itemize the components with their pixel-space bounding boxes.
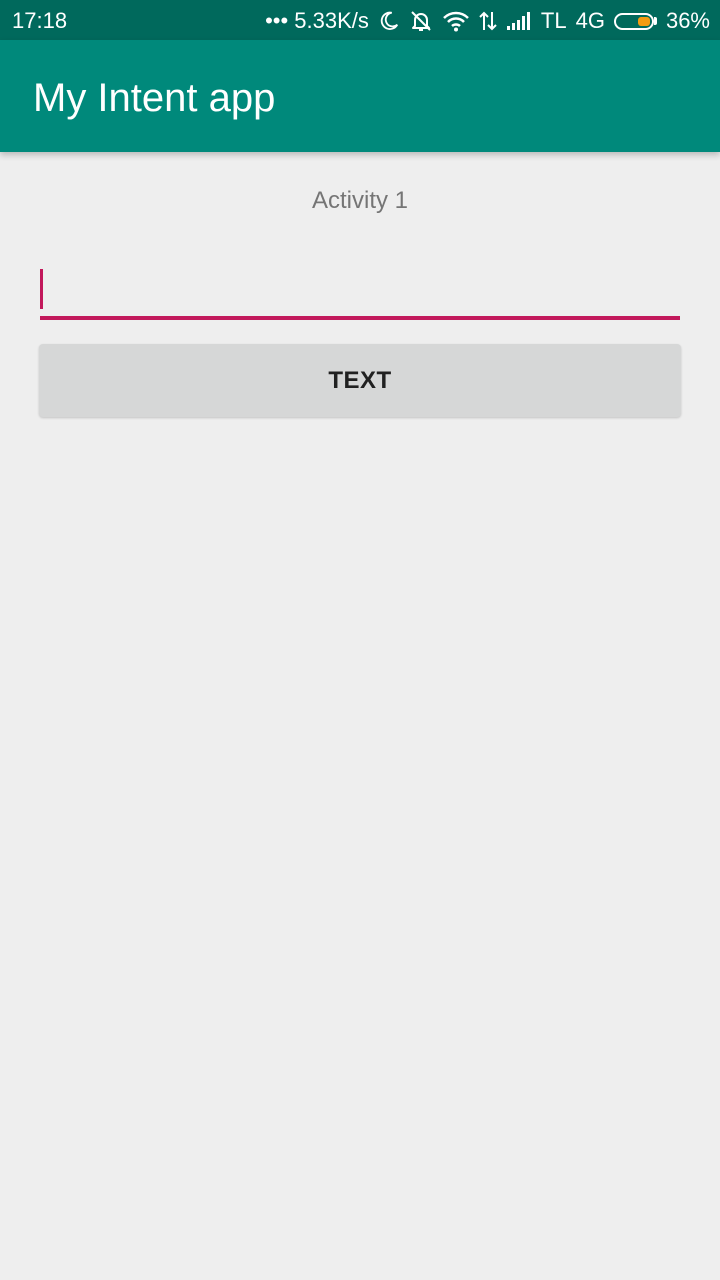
signal-icon [506,12,530,30]
text-button[interactable]: TEXT [39,344,681,417]
app-title: My Intent app [33,76,276,120]
battery-fill [637,16,650,26]
main-content: Activity 1 TEXT [0,152,720,1280]
status-time: 17:18 [12,8,68,33]
activity-label: Activity 1 [311,187,409,214]
wifi-icon [443,11,469,32]
network-type: 4G [575,8,605,33]
text-cursor [40,269,43,309]
text-input[interactable] [40,250,680,320]
app-bar: My Intent app [0,40,720,152]
status-icons: ••• 5.33K/s TL 4G 36% [265,7,710,35]
battery-icon [613,12,657,30]
status-bar: 17:18 ••• 5.33K/s TL 4G 36% [0,0,720,40]
moon-icon [380,11,398,30]
battery-percent: 36% [665,8,710,33]
data-transfer-icon [479,11,497,31]
carrier-label: TL [540,8,567,33]
network-speed: ••• 5.33K/s [265,8,369,33]
bell-off-icon [411,11,431,31]
